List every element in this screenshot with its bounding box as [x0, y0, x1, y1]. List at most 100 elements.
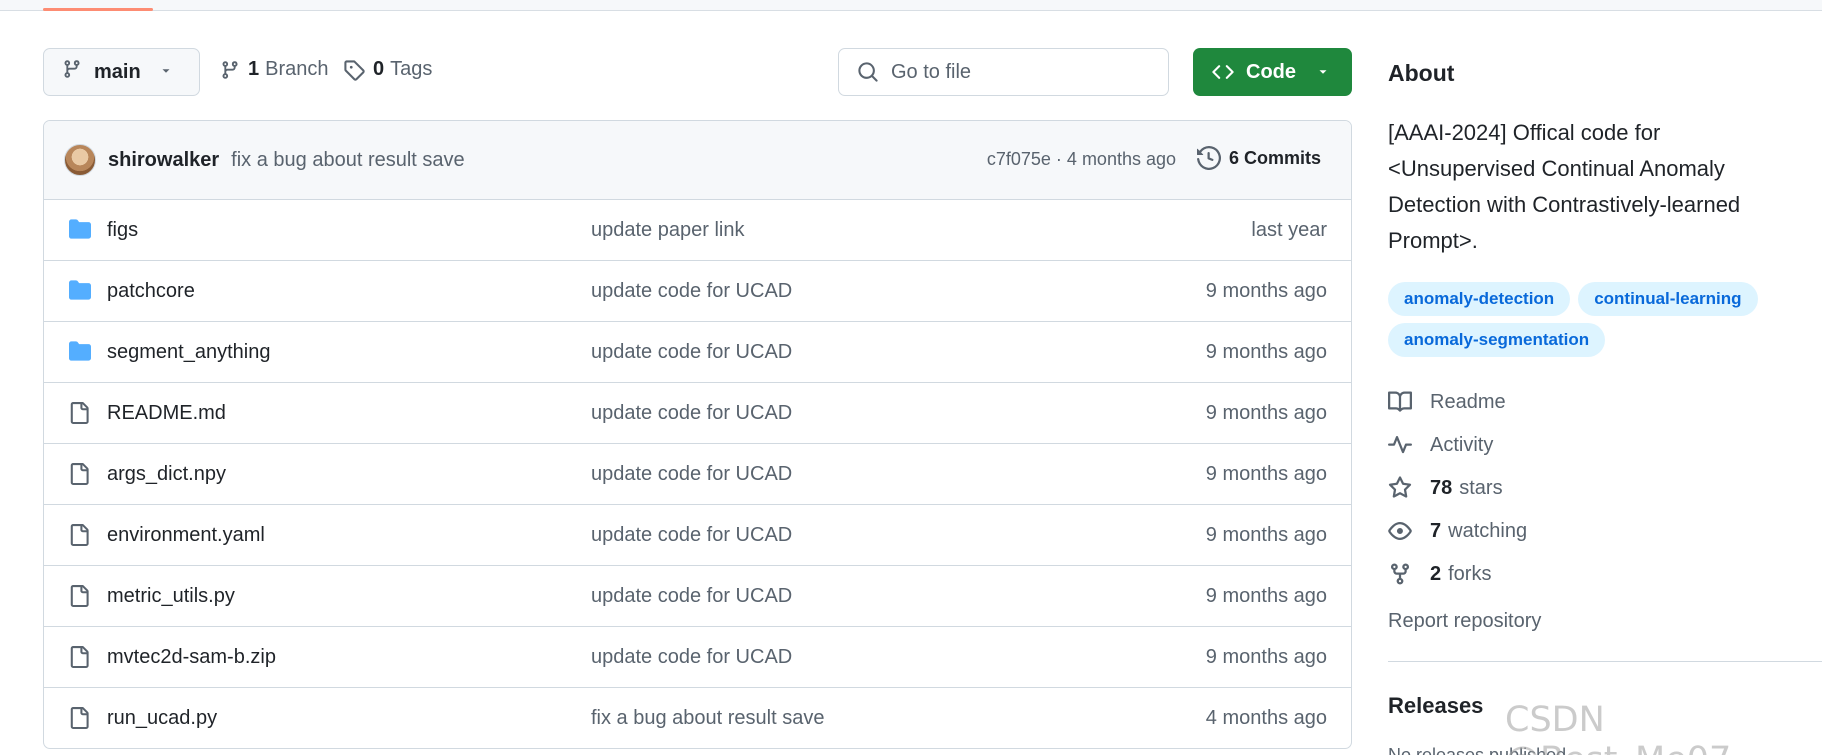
file-commit-message[interactable]: update paper link: [591, 219, 744, 242]
readme-link[interactable]: Readme: [1388, 390, 1506, 414]
tags-label: Tags: [390, 58, 433, 80]
file-table: shirowalker fix a bug about result save …: [43, 120, 1352, 749]
file-row[interactable]: figs update paper link last year: [44, 200, 1351, 261]
tag-icon: [343, 59, 365, 81]
report-repository-link[interactable]: Report repository: [1388, 610, 1541, 633]
watching-count: 7: [1430, 519, 1442, 542]
git-branch-icon: [62, 58, 82, 86]
file-commit-message[interactable]: update code for UCAD: [591, 341, 792, 364]
stars-link[interactable]: 78 stars: [1388, 476, 1503, 500]
branch-select-button[interactable]: main: [43, 48, 200, 96]
file-commit-message[interactable]: update code for UCAD: [591, 280, 792, 303]
stars-count: 78: [1430, 476, 1453, 499]
file-commit-date: 9 months ago: [1205, 401, 1327, 424]
chevron-down-icon: [159, 61, 173, 84]
file-name[interactable]: figs: [107, 219, 138, 242]
file-name[interactable]: patchcore: [107, 280, 195, 303]
commits-count-label: 6 Commits: [1228, 147, 1321, 168]
tags-count: 0: [373, 58, 385, 80]
tags-link[interactable]: 0 Tags: [343, 58, 432, 81]
chevron-down-icon: [1316, 65, 1330, 79]
topics-list: anomaly-detection continual-learning ano…: [1388, 282, 1808, 357]
file-row[interactable]: args_dict.npy update code for UCAD 9 month…: [44, 444, 1351, 505]
search-icon: [857, 61, 879, 83]
branch-name: main: [94, 60, 141, 83]
file-commit-date: last year: [1251, 218, 1327, 241]
file-name[interactable]: run_ucad.py: [107, 707, 217, 730]
about-heading: About: [1388, 60, 1455, 86]
file-icon: [68, 401, 90, 431]
topic-tag[interactable]: anomaly-detection: [1388, 282, 1571, 316]
sidebar-divider: [1388, 661, 1822, 662]
topic-tag[interactable]: anomaly-segmentation: [1388, 323, 1606, 357]
branches-link[interactable]: 1 Branch: [220, 58, 329, 81]
file-row[interactable]: metric_utils.py update code for UCAD 9 mon…: [44, 566, 1351, 627]
file-commit-message[interactable]: update code for UCAD: [591, 402, 792, 425]
file-commit-date: 9 months ago: [1205, 645, 1327, 668]
forks-count: 2: [1430, 562, 1442, 585]
releases-heading[interactable]: Releases: [1388, 693, 1483, 719]
file-row[interactable]: patchcore update code for UCAD 9 months ag…: [44, 261, 1351, 322]
file-commit-date: 9 months ago: [1205, 462, 1327, 485]
file-commit-message[interactable]: fix a bug about result save: [591, 707, 824, 730]
git-branch-icon: [220, 59, 240, 81]
file-row[interactable]: segment_anything update code for UCAD 9 mo…: [44, 322, 1351, 383]
file-commit-date: 9 months ago: [1205, 523, 1327, 546]
commits-link[interactable]: 6 Commits: [1196, 146, 1321, 170]
file-commit-date: 9 months ago: [1205, 279, 1327, 302]
file-row[interactable]: run_ucad.py fix a bug about result save 4 …: [44, 688, 1351, 748]
file-icon: [68, 645, 90, 675]
file-name[interactable]: segment_anything: [107, 341, 270, 364]
code-button-label: Code: [1246, 60, 1296, 83]
branches-count: 1: [248, 58, 260, 80]
code-button[interactable]: Code: [1193, 48, 1352, 96]
go-to-file-input[interactable]: [891, 60, 1151, 84]
top-nav-strip: [0, 0, 1822, 11]
stars-label: stars: [1459, 476, 1503, 499]
commit-author[interactable]: shirowalker: [108, 149, 219, 172]
book-icon: [1388, 390, 1412, 414]
active-tab-underline: [43, 8, 153, 11]
readme-label: Readme: [1430, 390, 1506, 413]
file-commit-message[interactable]: update code for UCAD: [591, 463, 792, 486]
watermark: CSDN @Best_Me07: [1505, 700, 1731, 755]
code-icon: [1212, 61, 1234, 83]
folder-icon: [68, 279, 92, 307]
history-icon: [1196, 146, 1221, 170]
forks-link[interactable]: 2 forks: [1388, 562, 1491, 586]
file-icon: [68, 584, 90, 614]
file-commit-message[interactable]: update code for UCAD: [591, 585, 792, 608]
file-name[interactable]: metric_utils.py: [107, 585, 235, 608]
folder-icon: [68, 340, 92, 368]
file-icon: [68, 706, 90, 736]
commit-hash-time[interactable]: c7f075e · 4 months ago: [987, 149, 1176, 170]
file-name[interactable]: args_dict.npy: [107, 463, 226, 486]
forks-label: forks: [1448, 562, 1492, 585]
pulse-icon: [1388, 433, 1412, 457]
file-commit-message[interactable]: update code for UCAD: [591, 646, 792, 669]
commit-message[interactable]: fix a bug about result save: [231, 149, 464, 172]
latest-commit-bar: shirowalker fix a bug about result save …: [44, 121, 1351, 200]
file-name[interactable]: README.md: [107, 402, 226, 425]
file-row[interactable]: mvtec2d-sam-b.zip update code for UCAD 9 m…: [44, 627, 1351, 688]
activity-link[interactable]: Activity: [1388, 433, 1493, 457]
activity-label: Activity: [1430, 433, 1494, 456]
watching-link[interactable]: 7 watching: [1388, 519, 1527, 543]
file-row[interactable]: environment.yaml update code for UCAD 9 mo…: [44, 505, 1351, 566]
star-icon: [1388, 476, 1412, 500]
file-commit-message[interactable]: update code for UCAD: [591, 524, 792, 547]
file-commit-date: 9 months ago: [1205, 584, 1327, 607]
avatar[interactable]: [64, 144, 96, 176]
file-commit-date: 9 months ago: [1205, 340, 1327, 363]
repo-forked-icon: [1388, 562, 1412, 586]
file-icon: [68, 523, 90, 553]
folder-icon: [68, 218, 92, 246]
file-name[interactable]: mvtec2d-sam-b.zip: [107, 646, 276, 669]
file-row[interactable]: README.md update code for UCAD 9 months ag…: [44, 383, 1351, 444]
go-to-file-box[interactable]: [838, 48, 1169, 96]
branches-label: Branch: [265, 58, 329, 80]
topic-tag[interactable]: continual-learning: [1578, 282, 1758, 316]
file-name[interactable]: environment.yaml: [107, 524, 265, 547]
repo-description: [AAAI-2024] Offical code for <Unsupervis…: [1388, 120, 1741, 253]
file-commit-date: 4 months ago: [1205, 707, 1327, 729]
